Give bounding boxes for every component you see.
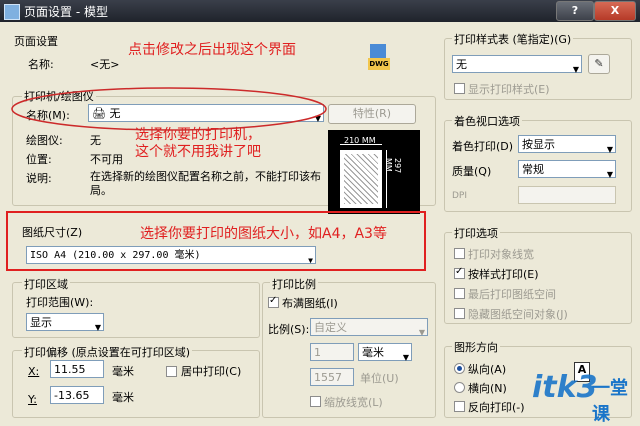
location-value: 不可用 (90, 153, 123, 166)
center-print-checkbox[interactable] (166, 366, 177, 377)
preview-height-line (386, 150, 387, 208)
scale-denominator-unit: 单位(U) (360, 372, 399, 385)
shade-plot-label: 着色打印(D) (452, 140, 514, 153)
scale-lineweights-checkbox[interactable] (310, 396, 321, 407)
portrait-radio[interactable] (454, 363, 465, 374)
scale-unit-value: 毫米 (362, 346, 384, 359)
upside-down-label: 反向打印(-) (468, 401, 525, 414)
option-lineweights-checkbox[interactable] (454, 248, 465, 259)
chevron-down-icon: ▼ (572, 65, 579, 74)
title-bar: 页面设置 - 模型 ? X (0, 0, 640, 22)
offset-x-label: X: (28, 365, 40, 378)
close-button[interactable]: X (594, 1, 636, 21)
shade-plot-select[interactable]: 按显示 ▼ (518, 135, 616, 154)
offset-x-input[interactable]: 11.55 (50, 360, 104, 378)
offset-y-label: Y: (28, 393, 37, 406)
offset-x-unit: 毫米 (112, 365, 134, 378)
quality-label: 质量(Q) (452, 165, 492, 178)
shaded-options-title: 着色视口选项 (452, 113, 522, 129)
upside-down-checkbox[interactable] (454, 401, 465, 412)
page-setup-name-label: 名称: (28, 58, 54, 71)
print-scale-title: 打印比例 (270, 276, 318, 292)
paper-preview: 210 MM 297 MM (328, 130, 420, 214)
quality-select[interactable]: 常规 ▼ (518, 160, 616, 179)
fit-to-paper-label: 布满图纸(I) (282, 297, 338, 310)
style-table-title: 打印样式表 (笔指定)(G) (452, 31, 574, 47)
scale-lineweights-label: 缩放线宽(L) (324, 396, 383, 409)
fit-to-paper-checkbox[interactable] (268, 295, 279, 308)
dpi-label: DPI (452, 191, 468, 201)
watermark-logo: itk3 (532, 370, 598, 405)
chevron-down-icon: ▼ (418, 328, 425, 337)
quality-value: 常规 (522, 163, 544, 176)
option-styles-label: 按样式打印(E) (468, 268, 539, 281)
landscape-radio[interactable] (454, 382, 465, 393)
orientation-title: 图形方向 (452, 339, 500, 355)
offset-y-unit: 毫米 (112, 391, 134, 404)
watermark-sub: 一堂课 (592, 378, 628, 425)
option-paperspace-last-label: 最后打印图纸空间 (468, 288, 556, 301)
scale-ratio-select[interactable]: 自定义 ▼ (310, 318, 428, 337)
description-label: 说明: (26, 172, 52, 185)
shade-plot-value: 按显示 (522, 138, 555, 151)
scale-ratio-label: 比例(S): (268, 323, 310, 336)
page-setup-name-value: <无> (90, 58, 120, 71)
dwg-icon: DWG (368, 44, 390, 74)
offset-y-input[interactable]: -13.65 (50, 386, 104, 404)
style-table-value: 无 (456, 58, 467, 71)
option-hide-objects-checkbox[interactable] (454, 308, 465, 319)
help-button[interactable]: ? (556, 1, 594, 21)
annotation-paper: 选择你要打印的图纸大小，如A4，A3等 (140, 226, 387, 242)
plotter-value: 无 (90, 134, 101, 147)
edit-icon: ✎ (594, 57, 604, 70)
landscape-label: 横向(N) (468, 382, 507, 395)
scale-denominator-input[interactable]: 1557 (310, 368, 354, 386)
chevron-down-icon: ▼ (402, 353, 409, 362)
chevron-down-icon: ▼ (606, 145, 613, 154)
scale-numerator-input[interactable]: 1 (310, 343, 354, 361)
center-print-label: 居中打印(C) (181, 365, 242, 378)
option-paperspace-last-checkbox[interactable] (454, 288, 465, 299)
chevron-down-icon: ▼ (606, 170, 613, 179)
scale-ratio-value: 自定义 (314, 321, 347, 334)
chevron-down-icon: ▼ (308, 256, 313, 265)
description-value: 在选择新的绘图仪配置名称之前，不能打印该布局。 (90, 170, 321, 197)
preview-sheet (340, 150, 382, 208)
edit-style-button[interactable]: ✎ (588, 54, 610, 74)
paper-size-select[interactable]: ISO A4 (210.00 x 297.00 毫米) ▼ (26, 246, 316, 265)
print-area-title: 打印区域 (22, 276, 70, 292)
window-title: 页面设置 - 模型 (24, 5, 108, 19)
portrait-label: 纵向(A) (468, 363, 507, 376)
paper-size-value: ISO A4 (210.00 x 297.00 毫米) (30, 250, 201, 261)
option-styles-checkbox[interactable] (454, 266, 465, 279)
print-range-label: 打印范围(W): (26, 296, 94, 309)
properties-button[interactable]: 特性(R) (328, 104, 416, 124)
location-label: 位置: (26, 153, 52, 166)
app-icon (4, 4, 20, 20)
preview-printable-area (344, 154, 378, 204)
scale-unit-select[interactable]: 毫米 ▼ (358, 343, 412, 362)
chevron-down-icon: ▼ (94, 323, 101, 332)
dpi-input[interactable] (518, 186, 616, 204)
paper-size-title: 图纸尺寸(Z) (22, 226, 83, 239)
printer-highlight-ellipse (11, 87, 327, 131)
print-options-title: 打印选项 (452, 225, 500, 241)
page-setup-title: 页面设置 (14, 35, 58, 48)
plotter-label: 绘图仪: (26, 134, 63, 147)
print-range-value: 显示 (30, 316, 52, 329)
option-lineweights-label: 打印对象线宽 (468, 248, 534, 261)
show-styles-label: 显示打印样式(E) (468, 83, 550, 96)
annotation-top: 点击修改之后出现这个界面 (128, 42, 296, 58)
print-range-select[interactable]: 显示 ▼ (26, 313, 104, 332)
preview-width-line (340, 144, 382, 145)
annotation-printer-2: 这个就不用我讲了吧 (135, 144, 261, 160)
style-table-select[interactable]: 无 ▼ (452, 55, 582, 74)
option-hide-objects-label: 隐藏图纸空间对象(J) (468, 308, 568, 321)
show-styles-checkbox[interactable] (454, 83, 465, 94)
print-offset-title: 打印偏移 (原点设置在可打印区域) (22, 344, 193, 360)
